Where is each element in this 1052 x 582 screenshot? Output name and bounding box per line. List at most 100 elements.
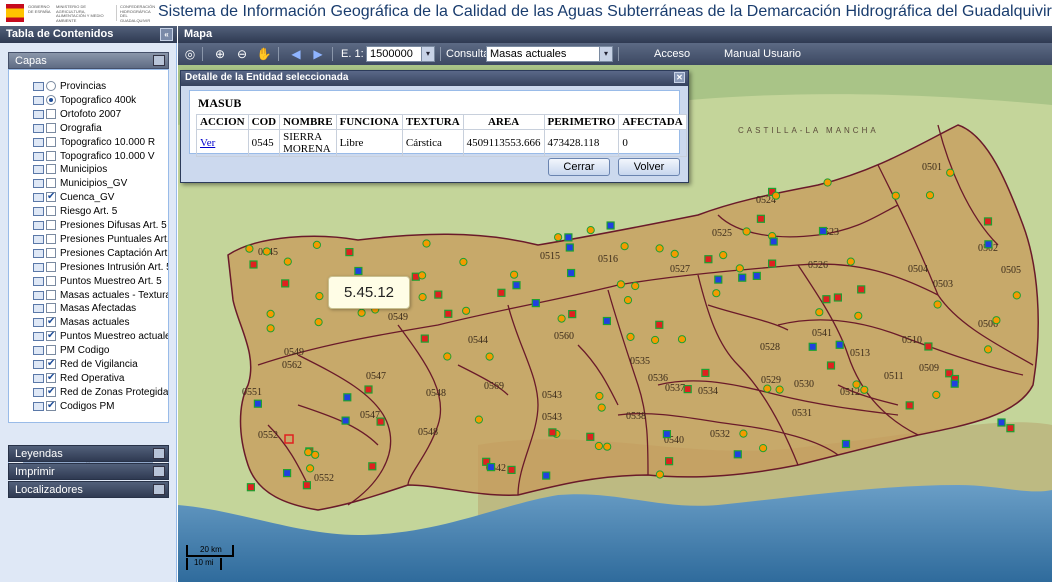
- monitoring-point-marker[interactable]: [704, 255, 713, 264]
- monitoring-point-marker[interactable]: [808, 342, 817, 351]
- layer-item[interactable]: Masas actuales: [33, 315, 168, 329]
- previous-extent-icon[interactable]: ◀: [288, 46, 304, 62]
- monitoring-point-marker[interactable]: [857, 285, 866, 294]
- layer-checkbox[interactable]: [46, 371, 56, 384]
- layer-item[interactable]: Topografico 400k: [33, 94, 168, 107]
- sampling-point-marker[interactable]: [315, 292, 324, 301]
- volver-button[interactable]: Volver: [618, 158, 680, 176]
- sampling-point-marker[interactable]: [594, 441, 603, 451]
- monitoring-point-marker[interactable]: [420, 334, 429, 343]
- monitoring-point-marker[interactable]: [253, 399, 263, 408]
- sampling-point-marker[interactable]: [742, 227, 751, 236]
- sampling-point-marker[interactable]: [459, 257, 468, 267]
- layer-legend-icon[interactable]: [33, 248, 44, 258]
- layer-checkbox[interactable]: [46, 275, 56, 286]
- layer-legend-icon[interactable]: [33, 373, 44, 383]
- monitoring-point-marker[interactable]: [683, 385, 692, 394]
- monitoring-point-marker[interactable]: [826, 361, 836, 370]
- layer-legend-icon[interactable]: [33, 221, 44, 230]
- consulta-select[interactable]: Masas actuales: [486, 46, 600, 62]
- monitoring-point-marker[interactable]: [434, 290, 443, 299]
- scale-input[interactable]: 1500000: [366, 46, 422, 62]
- monitoring-point-marker[interactable]: [984, 240, 993, 249]
- layer-checkbox[interactable]: [46, 178, 56, 189]
- monitoring-point-marker[interactable]: [586, 432, 595, 441]
- monitoring-point-marker[interactable]: [486, 463, 496, 472]
- monitoring-point-marker[interactable]: [1006, 424, 1015, 433]
- monitoring-point-marker[interactable]: [822, 295, 831, 304]
- layer-legend-icon[interactable]: [33, 95, 44, 105]
- monitoring-point-marker[interactable]: [983, 217, 993, 226]
- consulta-dropdown-icon[interactable]: ▾: [599, 46, 613, 62]
- layer-item[interactable]: Ortofoto 2007: [33, 108, 168, 121]
- sampling-point-marker[interactable]: [771, 191, 781, 200]
- monitoring-point-marker[interactable]: [354, 266, 363, 276]
- sampling-point-marker[interactable]: [860, 385, 869, 394]
- layer-checkbox[interactable]: [46, 315, 56, 328]
- monitoring-point-marker[interactable]: [281, 279, 290, 288]
- sampling-point-marker[interactable]: [485, 352, 494, 361]
- monitoring-point-marker[interactable]: [714, 275, 723, 284]
- monitoring-point-marker[interactable]: [548, 428, 557, 437]
- layer-item[interactable]: Riesgo Art. 5: [33, 205, 168, 218]
- layer-legend-icon[interactable]: [33, 276, 44, 286]
- sampling-point-marker[interactable]: [759, 444, 768, 453]
- layer-item[interactable]: Masas actuales - Textura: [33, 289, 168, 302]
- sampling-point-marker[interactable]: [763, 384, 772, 393]
- sampling-point-marker[interactable]: [262, 247, 271, 256]
- sampling-point-marker[interactable]: [984, 345, 993, 354]
- sampling-point-marker[interactable]: [620, 242, 629, 251]
- sampling-point-marker[interactable]: [623, 296, 633, 305]
- collapse-panel-button[interactable]: «: [160, 28, 173, 41]
- sampling-point-marker[interactable]: [852, 380, 861, 389]
- sampling-point-marker[interactable]: [670, 249, 679, 258]
- layer-checkbox[interactable]: [46, 357, 56, 370]
- sampling-point-marker[interactable]: [418, 293, 427, 302]
- monitoring-point-marker[interactable]: [835, 340, 844, 349]
- monitoring-point-marker[interactable]: [606, 221, 615, 230]
- monitoring-point-marker[interactable]: [655, 320, 664, 329]
- monitoring-point-marker[interactable]: [567, 268, 576, 278]
- sampling-point-marker[interactable]: [312, 240, 321, 249]
- sampling-point-marker[interactable]: [304, 448, 313, 457]
- monitoring-point-marker[interactable]: [282, 469, 292, 478]
- table-cell[interactable]: Ver: [196, 129, 249, 157]
- layer-item[interactable]: Municipios: [33, 163, 168, 176]
- expand-icon[interactable]: [153, 484, 165, 495]
- monitoring-point-marker[interactable]: [343, 393, 352, 402]
- layer-checkbox[interactable]: [46, 122, 56, 133]
- monitoring-point-marker[interactable]: [302, 481, 312, 490]
- monitoring-point-marker[interactable]: [602, 316, 611, 326]
- sampling-point-marker[interactable]: [933, 300, 942, 309]
- layer-legend-icon[interactable]: [33, 82, 44, 91]
- sampling-point-marker[interactable]: [603, 442, 612, 451]
- layer-legend-icon[interactable]: [33, 137, 44, 147]
- zoom-out-icon[interactable]: ⊖: [234, 46, 250, 62]
- layer-legend-icon[interactable]: [33, 387, 44, 397]
- monitoring-point-marker[interactable]: [568, 310, 577, 319]
- monitoring-point-marker[interactable]: [565, 243, 574, 252]
- sampling-point-marker[interactable]: [245, 244, 254, 253]
- layer-legend-icon[interactable]: [33, 318, 44, 328]
- layer-legend-icon[interactable]: [33, 109, 44, 119]
- layer-item[interactable]: PM Codigo: [33, 344, 168, 357]
- next-extent-icon[interactable]: ▶: [310, 46, 326, 62]
- sampling-point-marker[interactable]: [932, 390, 941, 399]
- layer-legend-icon[interactable]: [33, 151, 44, 161]
- sampling-point-marker[interactable]: [557, 314, 566, 323]
- layer-checkbox[interactable]: [46, 108, 56, 119]
- sampling-point-marker[interactable]: [891, 191, 900, 200]
- layer-item[interactable]: Presiones Difusas Art. 5: [33, 219, 168, 232]
- layer-legend-icon[interactable]: [33, 360, 44, 369]
- layer-legend-icon[interactable]: [33, 346, 44, 356]
- layer-item[interactable]: Puntos Muestreo Art. 5: [33, 275, 168, 288]
- layer-checkbox[interactable]: [46, 164, 56, 175]
- sampling-point-marker[interactable]: [775, 385, 784, 394]
- layer-legend-icon[interactable]: [33, 401, 44, 411]
- monitoring-point-marker[interactable]: [997, 418, 1006, 427]
- sampling-point-marker[interactable]: [846, 257, 855, 266]
- monitoring-point-marker[interactable]: [376, 417, 385, 426]
- expand-icon[interactable]: [153, 466, 165, 477]
- layer-item[interactable]: Red de Zonas Protegidas: [33, 385, 168, 399]
- layer-item[interactable]: Topografico 10.000 R: [33, 136, 168, 149]
